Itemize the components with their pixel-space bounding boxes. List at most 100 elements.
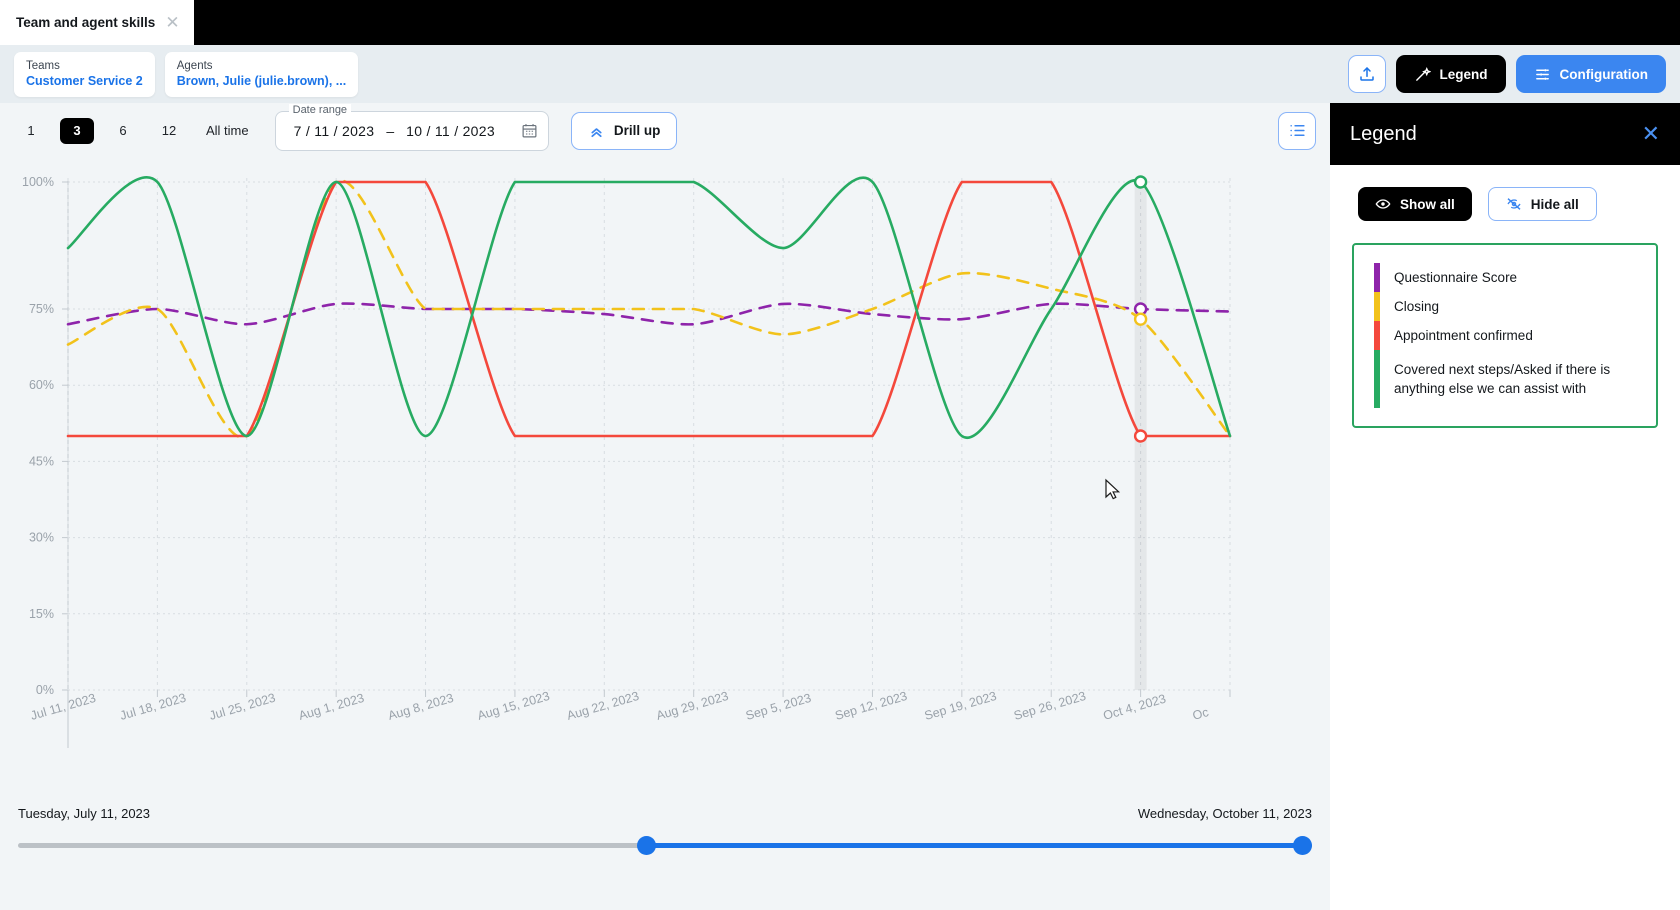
x-axis-tick-label: Aug 1, 2023 — [297, 691, 366, 723]
legend-swatch-covered-next-steps — [1374, 350, 1380, 408]
hide-all-label: Hide all — [1530, 196, 1579, 212]
legend-item-label: Closing — [1394, 299, 1440, 314]
mouse-cursor — [1105, 478, 1121, 500]
tab-title: Team and agent skills — [16, 15, 156, 30]
show-all-button[interactable]: Show all — [1358, 187, 1472, 221]
filter-chip-teams-value: Customer Service 2 — [26, 73, 143, 88]
legend-item-list: Questionnaire Score Closing Appointment … — [1394, 263, 1640, 408]
sliders-icon — [1535, 68, 1549, 80]
legend-item-label: Appointment confirmed — [1394, 328, 1533, 343]
y-axis-tick-label: 45% — [29, 454, 54, 468]
configuration-button[interactable]: Configuration — [1515, 55, 1666, 93]
hide-all-button[interactable]: Hide all — [1487, 187, 1597, 221]
series-line-covered-next-steps-asked-if-there-is-anything-else-we-can-assist-with — [66, 176, 1232, 440]
list-icon — [1289, 124, 1305, 137]
show-all-label: Show all — [1400, 196, 1455, 212]
timeline-slider-thumb-start[interactable] — [637, 836, 656, 855]
tab-team-and-agent-skills[interactable]: Team and agent skills ✕ — [0, 0, 194, 45]
legend-panel-title: Legend — [1350, 122, 1417, 145]
x-axis-tick-label: Aug 22, 2023 — [565, 689, 640, 723]
y-axis-tick-label: 60% — [29, 378, 54, 392]
timeline-dates: Tuesday, July 11, 2023 Wednesday, Octobe… — [18, 806, 1312, 821]
legend-item-label: Questionnaire Score — [1394, 270, 1518, 285]
eye-icon — [1375, 199, 1391, 209]
x-axis-tick-label: Sep 26, 2023 — [1012, 689, 1087, 723]
calendar-button[interactable] — [521, 122, 538, 139]
y-axis-tick-label: 15% — [29, 607, 54, 621]
filter-chip-teams-label: Teams — [26, 59, 60, 72]
calendar-icon — [522, 124, 537, 138]
legend-button[interactable]: Legend — [1395, 55, 1506, 93]
timeline-slider-thumb-end[interactable] — [1293, 836, 1312, 855]
chart-area[interactable]: 100% 75% 60% 45% 30% 15% 0% Jul 11, 2023 Jul 18,… — [0, 158, 1330, 788]
timeline-footer: Tuesday, July 11, 2023 Wednesday, Octobe… — [0, 788, 1330, 910]
legend-item-covered-next-steps[interactable]: Covered next steps/Asked if there is any… — [1394, 350, 1640, 408]
x-axis-tick-label: Sep 12, 2023 — [833, 689, 908, 723]
line-chart[interactable]: 100%75%60%45%30%15%0%Jul 11, 2023 Jul 18,… — [0, 158, 1330, 788]
hover-marker — [1133, 429, 1148, 443]
date-range-field[interactable]: Date range 7 / 11 / 2023 – 10 / 11 / 202… — [274, 103, 549, 151]
tab-strip: Team and agent skills ✕ — [0, 0, 1680, 45]
app-root: Team and agent skills ✕ Teams Customer S… — [0, 0, 1680, 910]
legend-swatch-questionnaire-score — [1374, 263, 1380, 292]
legend-item-appointment-confirmed[interactable]: Appointment confirmed — [1394, 321, 1640, 350]
x-axis-tick-label: Sep 5, 2023 — [744, 691, 813, 723]
range-button-all-time[interactable]: All time — [198, 118, 257, 144]
chevrons-up-icon — [591, 128, 602, 138]
legend-panel-header: Legend ✕ — [1330, 103, 1680, 165]
y-axis-tick-label: 100% — [22, 175, 54, 189]
topbar-actions: Legend Configuration — [1347, 55, 1666, 93]
filter-chip-agents[interactable]: Agents Brown, Julie (julie.brown), ... — [164, 51, 359, 97]
wand-icon — [1415, 66, 1431, 81]
hover-marker — [1133, 175, 1148, 189]
timeline-slider-fill — [646, 843, 1312, 848]
timeline-start-date: Tuesday, July 11, 2023 — [18, 806, 151, 821]
legend-swatch-column — [1374, 263, 1380, 408]
x-axis-tick-label: Aug 8, 2023 — [387, 691, 456, 723]
legend-item-label: Covered next steps/Asked if there is any… — [1394, 362, 1611, 396]
date-range-start[interactable]: 7 / 11 / 2023 — [294, 123, 375, 139]
legend-panel: Legend ✕ Show all Hide all Questionnaire… — [1330, 103, 1680, 910]
legend-panel-actions: Show all Hide all — [1330, 165, 1680, 221]
x-axis-tick-label: Jul 25, 2023 — [208, 691, 277, 723]
upload-icon — [1359, 67, 1374, 81]
close-icon[interactable]: ✕ — [165, 14, 179, 31]
y-axis-tick-label: 0% — [36, 683, 54, 697]
range-button-1[interactable]: 1 — [14, 118, 48, 144]
eye-off-icon — [1507, 198, 1521, 210]
series-line-questionnaire-score — [66, 302, 1232, 326]
x-axis-tick-label: Jul 18, 2023 — [118, 691, 187, 723]
x-axis-tick-label: Sep 19, 2023 — [923, 689, 998, 723]
configuration-button-label: Configuration — [1559, 66, 1648, 82]
legend-swatch-appointment-confirmed — [1374, 321, 1380, 350]
hover-marker — [1133, 312, 1148, 326]
date-range-legend: Date range — [288, 103, 352, 116]
timeline-end-date: Wednesday, October 11, 2023 — [1137, 806, 1312, 821]
y-axis-tick-label: 75% — [29, 302, 54, 316]
range-button-6[interactable]: 6 — [106, 118, 140, 144]
range-button-12[interactable]: 12 — [152, 118, 186, 144]
legend-item-questionnaire-score[interactable]: Questionnaire Score — [1394, 263, 1640, 292]
filter-bar: Teams Customer Service 2 Agents Brown, J… — [0, 45, 1680, 103]
x-axis-tick-label: Aug 29, 2023 — [655, 689, 730, 723]
legend-item-closing[interactable]: Closing — [1394, 292, 1640, 321]
drill-up-label: Drill up — [613, 123, 661, 138]
date-range-separator: – — [386, 122, 395, 139]
filter-chip-teams[interactable]: Teams Customer Service 2 — [14, 51, 155, 97]
x-axis-tick-label: Aug 15, 2023 — [476, 689, 551, 723]
close-icon[interactable]: ✕ — [1642, 123, 1660, 145]
chart-toolbar: 1 3 6 12 All time Date range 7 / 11 / 20… — [0, 103, 1330, 158]
y-axis-tick-label: 30% — [29, 531, 54, 545]
list-view-button[interactable] — [1278, 111, 1316, 150]
x-axis-tick-label: Oct 4, 2023 — [1102, 692, 1168, 723]
filter-chip-agents-label: Agents — [176, 59, 213, 72]
drill-up-button[interactable]: Drill up — [570, 111, 678, 150]
export-button[interactable] — [1347, 55, 1386, 93]
date-range-end[interactable]: 10 / 11 / 2023 — [406, 123, 495, 139]
x-axis-tick-label: Oc — [1191, 705, 1210, 723]
legend-button-label: Legend — [1439, 66, 1488, 82]
legend-swatch-closing — [1374, 292, 1380, 321]
legend-series-box: Questionnaire Score Closing Appointment … — [1352, 243, 1658, 428]
range-button-3[interactable]: 3 — [60, 117, 94, 144]
filter-chip-agents-value: Brown, Julie (julie.brown), ... — [176, 73, 347, 88]
